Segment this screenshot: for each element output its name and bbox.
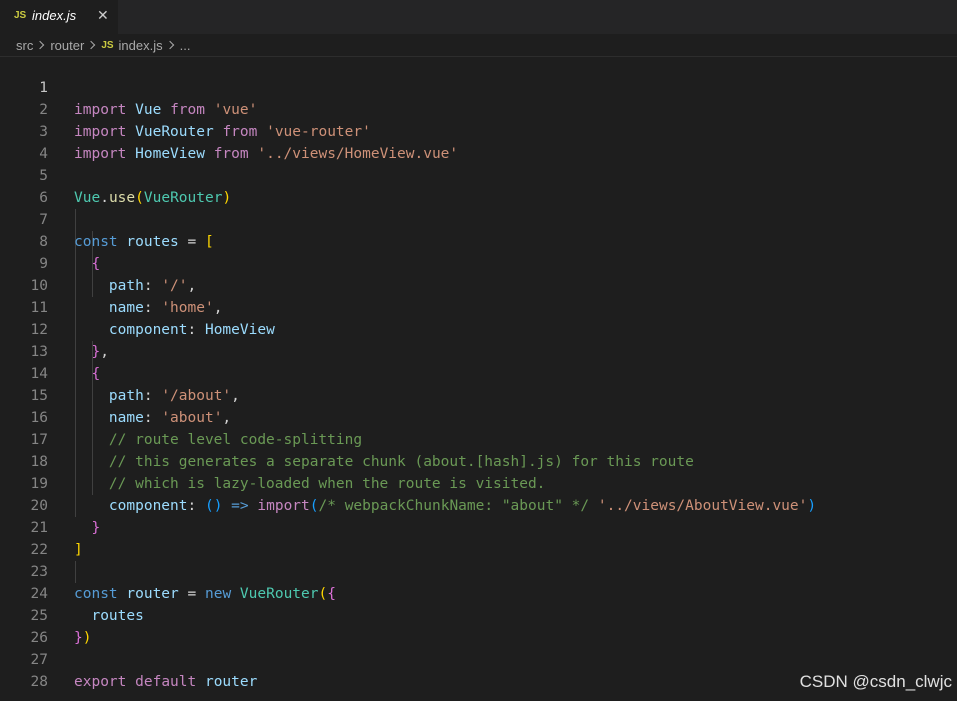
breadcrumb-item-file[interactable]: index.js [119,38,163,53]
token: router [204,674,258,690]
token: default [135,674,197,690]
chevron-right-icon [36,40,45,50]
code-line: 19 component: () => import(/* webpackChu… [0,451,957,514]
token: export [74,674,127,690]
breadcrumb-item-symbols[interactable]: ... [180,38,191,53]
code-line: 16 // route level code-splitting [0,385,957,448]
code-line: 6 [0,165,957,206]
code-line: 27 export default router [0,627,957,690]
code-line: 21 ] [0,495,957,558]
code-line: 23 const router = new VueRouter({ [0,539,957,602]
code-line: 9 path: '/', [0,231,957,294]
code-line: 8 { [0,209,957,272]
code-line: 13 { [0,319,957,382]
code-line: 22 [0,517,957,558]
code-line: 26 [0,605,957,646]
tab-label: index.js [32,8,77,23]
code-line: 11 component: HomeView [0,275,957,338]
code-editor[interactable]: 1 import Vue from 'vue' 2 import VueRout… [0,55,957,690]
code-line: 15 name: 'about', [0,363,957,426]
code-line: 1 import Vue from 'vue' [0,55,957,118]
breadcrumb-item-src[interactable]: src [16,38,33,53]
code-line: 24 routes [0,561,957,624]
code-line: 4 [0,121,957,162]
line-number: 28 [30,674,48,690]
code-line: 2 import VueRouter from 'vue-router' [0,77,957,140]
editor-tab-bar: JS index.js ✕ [0,0,957,34]
code-line: 14 path: '/about', [0,341,957,404]
code-line: 20 } [0,473,957,536]
tab-index-js[interactable]: JS index.js ✕ [0,0,118,34]
code-line: 18 // which is lazy-loaded when the rout… [0,429,957,492]
breadcrumb-item-router[interactable]: router [50,38,84,53]
code-line: 17 // this generates a separate chunk (a… [0,407,957,470]
chevron-right-icon [87,40,96,50]
code-line: 3 import HomeView from '../views/HomeVie… [0,99,957,162]
code-line: 12 }, [0,297,957,360]
code-line: 25 }) [0,583,957,646]
js-file-icon: JS [101,39,114,51]
code-text: export default router [74,671,257,693]
code-line: 5 Vue.use(VueRouter) [0,143,957,206]
js-file-icon: JS [14,10,27,21]
watermark: CSDN @csdn_clwjc [799,672,952,691]
close-icon[interactable]: ✕ [97,7,109,25]
code-line: 28 [0,649,957,690]
breadcrumb: src router JS index.js ... [16,35,190,55]
code-line: 10 name: 'home', [0,253,957,316]
chevron-right-icon [165,40,174,50]
code-line: 7 const routes = [ [0,187,957,250]
